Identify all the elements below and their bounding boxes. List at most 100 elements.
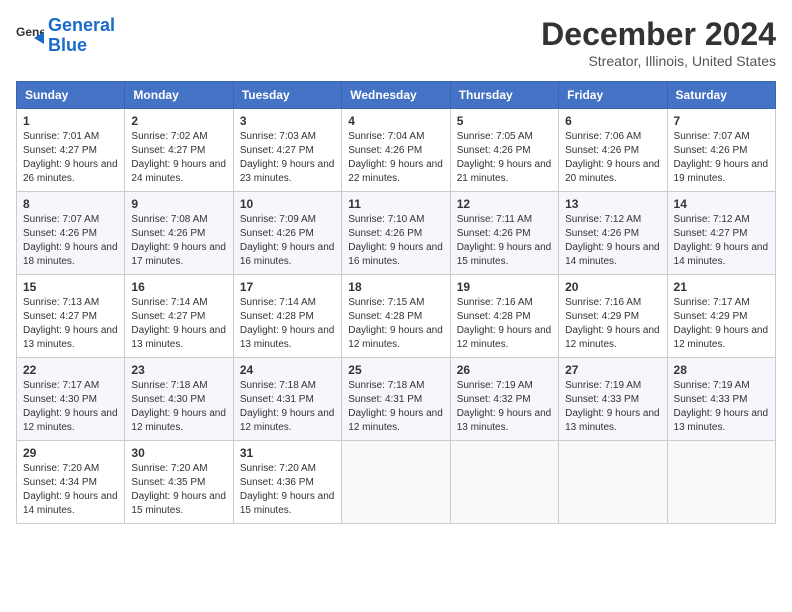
day-info: Sunrise: 7:18 AM Sunset: 4:31 PM Dayligh… xyxy=(348,379,443,435)
table-row: 23 Sunrise: 7:18 AM Sunset: 4:30 PM Dayl… xyxy=(125,358,233,441)
day-number: 26 xyxy=(457,363,552,377)
day-info: Sunrise: 7:10 AM Sunset: 4:26 PM Dayligh… xyxy=(348,213,443,269)
table-row: 22 Sunrise: 7:17 AM Sunset: 4:30 PM Dayl… xyxy=(17,358,125,441)
day-number: 23 xyxy=(131,363,226,377)
table-row: 15 Sunrise: 7:13 AM Sunset: 4:27 PM Dayl… xyxy=(17,275,125,358)
day-info: Sunrise: 7:13 AM Sunset: 4:27 PM Dayligh… xyxy=(23,296,118,352)
day-number: 21 xyxy=(674,280,769,294)
table-row: 19 Sunrise: 7:16 AM Sunset: 4:28 PM Dayl… xyxy=(450,275,558,358)
table-row: 7 Sunrise: 7:07 AM Sunset: 4:26 PM Dayli… xyxy=(667,109,775,192)
day-info: Sunrise: 7:18 AM Sunset: 4:31 PM Dayligh… xyxy=(240,379,335,435)
day-info: Sunrise: 7:08 AM Sunset: 4:26 PM Dayligh… xyxy=(131,213,226,269)
day-number: 13 xyxy=(565,197,660,211)
day-number: 14 xyxy=(674,197,769,211)
logo-general: General xyxy=(48,15,115,35)
day-number: 24 xyxy=(240,363,335,377)
calendar-week-row: 8 Sunrise: 7:07 AM Sunset: 4:26 PM Dayli… xyxy=(17,192,776,275)
calendar-week-row: 22 Sunrise: 7:17 AM Sunset: 4:30 PM Dayl… xyxy=(17,358,776,441)
table-row: 9 Sunrise: 7:08 AM Sunset: 4:26 PM Dayli… xyxy=(125,192,233,275)
day-number: 29 xyxy=(23,446,118,460)
table-row: 5 Sunrise: 7:05 AM Sunset: 4:26 PM Dayli… xyxy=(450,109,558,192)
day-number: 4 xyxy=(348,114,443,128)
table-row: 14 Sunrise: 7:12 AM Sunset: 4:27 PM Dayl… xyxy=(667,192,775,275)
day-info: Sunrise: 7:17 AM Sunset: 4:30 PM Dayligh… xyxy=(23,379,118,435)
day-number: 31 xyxy=(240,446,335,460)
day-number: 1 xyxy=(23,114,118,128)
day-info: Sunrise: 7:19 AM Sunset: 4:33 PM Dayligh… xyxy=(674,379,769,435)
day-number: 9 xyxy=(131,197,226,211)
day-info: Sunrise: 7:16 AM Sunset: 4:29 PM Dayligh… xyxy=(565,296,660,352)
table-row: 16 Sunrise: 7:14 AM Sunset: 4:27 PM Dayl… xyxy=(125,275,233,358)
location-title: Streator, Illinois, United States xyxy=(541,53,776,69)
day-info: Sunrise: 7:06 AM Sunset: 4:26 PM Dayligh… xyxy=(565,130,660,186)
calendar-week-row: 15 Sunrise: 7:13 AM Sunset: 4:27 PM Dayl… xyxy=(17,275,776,358)
calendar-table: Sunday Monday Tuesday Wednesday Thursday… xyxy=(16,81,776,524)
day-info: Sunrise: 7:20 AM Sunset: 4:36 PM Dayligh… xyxy=(240,462,335,518)
day-number: 10 xyxy=(240,197,335,211)
title-area: December 2024 Streator, Illinois, United… xyxy=(541,16,776,69)
table-row: 6 Sunrise: 7:06 AM Sunset: 4:26 PM Dayli… xyxy=(559,109,667,192)
header-saturday: Saturday xyxy=(667,82,775,109)
logo-icon: General xyxy=(16,22,44,50)
table-row: 28 Sunrise: 7:19 AM Sunset: 4:33 PM Dayl… xyxy=(667,358,775,441)
day-info: Sunrise: 7:09 AM Sunset: 4:26 PM Dayligh… xyxy=(240,213,335,269)
day-info: Sunrise: 7:07 AM Sunset: 4:26 PM Dayligh… xyxy=(23,213,118,269)
day-number: 22 xyxy=(23,363,118,377)
day-number: 16 xyxy=(131,280,226,294)
day-number: 30 xyxy=(131,446,226,460)
table-row: 3 Sunrise: 7:03 AM Sunset: 4:27 PM Dayli… xyxy=(233,109,341,192)
day-number: 11 xyxy=(348,197,443,211)
day-number: 6 xyxy=(565,114,660,128)
header-tuesday: Tuesday xyxy=(233,82,341,109)
table-row xyxy=(559,441,667,524)
table-row: 10 Sunrise: 7:09 AM Sunset: 4:26 PM Dayl… xyxy=(233,192,341,275)
day-info: Sunrise: 7:03 AM Sunset: 4:27 PM Dayligh… xyxy=(240,130,335,186)
day-number: 7 xyxy=(674,114,769,128)
day-number: 2 xyxy=(131,114,226,128)
table-row: 8 Sunrise: 7:07 AM Sunset: 4:26 PM Dayli… xyxy=(17,192,125,275)
logo-text: General Blue xyxy=(48,16,115,56)
day-info: Sunrise: 7:02 AM Sunset: 4:27 PM Dayligh… xyxy=(131,130,226,186)
table-row: 31 Sunrise: 7:20 AM Sunset: 4:36 PM Dayl… xyxy=(233,441,341,524)
table-row: 4 Sunrise: 7:04 AM Sunset: 4:26 PM Dayli… xyxy=(342,109,450,192)
table-row: 1 Sunrise: 7:01 AM Sunset: 4:27 PM Dayli… xyxy=(17,109,125,192)
table-row xyxy=(342,441,450,524)
table-row: 29 Sunrise: 7:20 AM Sunset: 4:34 PM Dayl… xyxy=(17,441,125,524)
day-info: Sunrise: 7:12 AM Sunset: 4:27 PM Dayligh… xyxy=(674,213,769,269)
table-row: 11 Sunrise: 7:10 AM Sunset: 4:26 PM Dayl… xyxy=(342,192,450,275)
month-title: December 2024 xyxy=(541,16,776,53)
day-info: Sunrise: 7:11 AM Sunset: 4:26 PM Dayligh… xyxy=(457,213,552,269)
table-row xyxy=(667,441,775,524)
header-wednesday: Wednesday xyxy=(342,82,450,109)
weekday-header-row: Sunday Monday Tuesday Wednesday Thursday… xyxy=(17,82,776,109)
day-number: 19 xyxy=(457,280,552,294)
day-number: 20 xyxy=(565,280,660,294)
day-info: Sunrise: 7:15 AM Sunset: 4:28 PM Dayligh… xyxy=(348,296,443,352)
table-row xyxy=(450,441,558,524)
day-info: Sunrise: 7:19 AM Sunset: 4:32 PM Dayligh… xyxy=(457,379,552,435)
table-row: 12 Sunrise: 7:11 AM Sunset: 4:26 PM Dayl… xyxy=(450,192,558,275)
day-number: 5 xyxy=(457,114,552,128)
day-info: Sunrise: 7:20 AM Sunset: 4:35 PM Dayligh… xyxy=(131,462,226,518)
day-info: Sunrise: 7:05 AM Sunset: 4:26 PM Dayligh… xyxy=(457,130,552,186)
day-info: Sunrise: 7:17 AM Sunset: 4:29 PM Dayligh… xyxy=(674,296,769,352)
table-row: 30 Sunrise: 7:20 AM Sunset: 4:35 PM Dayl… xyxy=(125,441,233,524)
header-sunday: Sunday xyxy=(17,82,125,109)
table-row: 18 Sunrise: 7:15 AM Sunset: 4:28 PM Dayl… xyxy=(342,275,450,358)
day-info: Sunrise: 7:19 AM Sunset: 4:33 PM Dayligh… xyxy=(565,379,660,435)
table-row: 27 Sunrise: 7:19 AM Sunset: 4:33 PM Dayl… xyxy=(559,358,667,441)
table-row: 20 Sunrise: 7:16 AM Sunset: 4:29 PM Dayl… xyxy=(559,275,667,358)
day-info: Sunrise: 7:14 AM Sunset: 4:28 PM Dayligh… xyxy=(240,296,335,352)
header-friday: Friday xyxy=(559,82,667,109)
table-row: 25 Sunrise: 7:18 AM Sunset: 4:31 PM Dayl… xyxy=(342,358,450,441)
day-info: Sunrise: 7:01 AM Sunset: 4:27 PM Dayligh… xyxy=(23,130,118,186)
header-thursday: Thursday xyxy=(450,82,558,109)
header: General General Blue December 2024 Strea… xyxy=(16,16,776,69)
day-number: 3 xyxy=(240,114,335,128)
logo-blue: Blue xyxy=(48,35,87,55)
table-row: 2 Sunrise: 7:02 AM Sunset: 4:27 PM Dayli… xyxy=(125,109,233,192)
day-info: Sunrise: 7:12 AM Sunset: 4:26 PM Dayligh… xyxy=(565,213,660,269)
day-info: Sunrise: 7:04 AM Sunset: 4:26 PM Dayligh… xyxy=(348,130,443,186)
day-number: 27 xyxy=(565,363,660,377)
day-number: 12 xyxy=(457,197,552,211)
